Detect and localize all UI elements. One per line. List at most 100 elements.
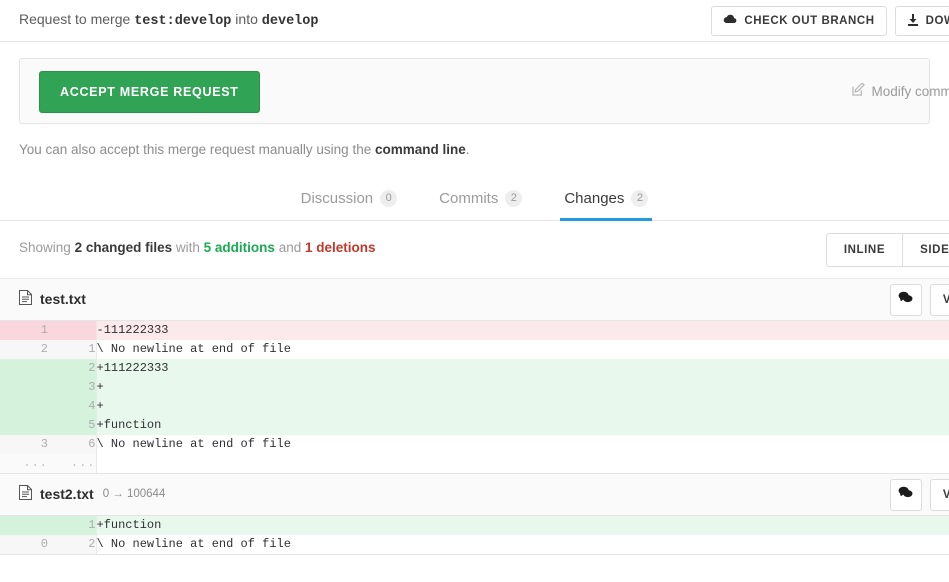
tab-commits-label: Commits: [439, 190, 499, 207]
source-branch: test:develop: [134, 14, 232, 29]
diff-line-content: -111222333: [96, 321, 949, 340]
manual-accept-text: You can also accept this merge request m…: [0, 124, 949, 157]
diff-line-content: \ No newline at end of file: [96, 340, 949, 359]
merge-request-title: Request to merge test:develop into devel…: [19, 11, 318, 29]
download-button[interactable]: DOWNLOAD: [894, 6, 949, 36]
inline-view-button[interactable]: INLINE: [825, 233, 904, 267]
diff-summary-text: Showing 2 changed files with 5 additions…: [19, 240, 376, 255]
merge-request-tabs: Discussion 0 Commits 2 Changes 2: [0, 177, 949, 221]
old-line-number[interactable]: [0, 378, 48, 397]
modify-commit-message-label: Modify commit message: [871, 83, 949, 99]
manual-accept-prefix: You can also accept this merge request m…: [19, 142, 375, 157]
file-actions: VIEW FILE @3C: [889, 284, 949, 316]
file-name-label: test2.txt: [40, 486, 94, 502]
comment-icon-button[interactable]: [889, 284, 922, 316]
check-out-branch-button[interactable]: CHECK OUT BRANCH: [711, 6, 887, 36]
diff-row: 1 +function: [0, 516, 949, 535]
diff-row: 1 -111222333: [0, 321, 949, 340]
merge-request-page: Request to merge test:develop into devel…: [0, 0, 949, 582]
file-title: test2.txt 0 → 100644: [19, 485, 165, 503]
edit-icon: [852, 82, 866, 99]
summary-changed-files: 2 changed files: [74, 240, 173, 255]
new-line-number[interactable]: 3: [48, 378, 97, 397]
expand-new-marker[interactable]: ...: [48, 454, 97, 473]
accept-merge-request-button[interactable]: ACCEPT MERGE REQUEST: [39, 71, 260, 113]
tab-changes-label: Changes: [564, 190, 625, 207]
side-by-side-view-button[interactable]: SIDE-BY-SIDE: [903, 233, 949, 267]
diff-view-toggle: INLINE SIDE-BY-SIDE: [825, 233, 949, 267]
command-line-link[interactable]: command line: [375, 142, 466, 157]
merge-widget: ACCEPT MERGE REQUEST Modify commit messa…: [19, 58, 949, 124]
diff-row: 3 6 \ No newline at end of file: [0, 435, 949, 454]
comments-icon: [898, 291, 913, 309]
view-file-button[interactable]: VIEW FILE @3C: [929, 479, 949, 511]
tab-changes[interactable]: Changes 2: [560, 190, 653, 221]
file-name-label: test.txt: [40, 291, 86, 307]
tab-discussion-count: 0: [380, 190, 398, 207]
diff-row: 3 +: [0, 378, 949, 397]
diff-row: 5 +function: [0, 416, 949, 435]
cloud-icon: [723, 14, 737, 28]
new-line-number[interactable]: 1: [48, 340, 97, 359]
file-mode-label: 0 → 100644: [102, 488, 166, 500]
new-line-number[interactable]: 5: [48, 416, 97, 435]
file-icon: [19, 290, 32, 308]
download-icon: [907, 13, 919, 29]
old-line-number[interactable]: 2: [0, 340, 48, 359]
diff-table: 1 -111222333 2 1 \ No newline at end of …: [0, 321, 949, 473]
old-line-number[interactable]: [0, 397, 48, 416]
diff-expand-row[interactable]: ... ...: [0, 454, 949, 473]
file-actions: VIEW FILE @3C: [889, 479, 949, 511]
summary-additions: 5 additions: [203, 240, 275, 255]
file-title: test.txt: [19, 290, 95, 308]
target-branch: develop: [261, 14, 319, 29]
old-line-number[interactable]: 1: [0, 321, 48, 340]
diff-row: 0 2 \ No newline at end of file: [0, 535, 949, 554]
comments-icon: [898, 486, 913, 504]
old-line-number[interactable]: 0: [0, 535, 48, 554]
download-label: DOWNLOAD: [925, 15, 949, 27]
tab-commits-count: 2: [505, 190, 523, 207]
diff-line-content: +function: [96, 416, 949, 435]
diff-line-content: +function: [96, 516, 949, 535]
old-line-number[interactable]: [0, 359, 48, 378]
tab-changes-count: 2: [631, 190, 649, 207]
new-line-number[interactable]: 2: [48, 535, 97, 554]
view-file-button[interactable]: VIEW FILE @3C: [929, 284, 949, 316]
comment-icon-button[interactable]: [889, 479, 922, 511]
file-header: test.txt VIEW FILE @3C: [0, 279, 949, 321]
old-line-number[interactable]: [0, 416, 48, 435]
new-line-number[interactable]: 2: [48, 359, 97, 378]
diff-table: 1 +function 0 2 \ No newline at end of f…: [0, 516, 949, 554]
summary-with: with: [175, 240, 200, 255]
diff-line-content: +: [96, 397, 949, 416]
diff-row: 2 1 \ No newline at end of file: [0, 340, 949, 359]
diff-line-content: \ No newline at end of file: [96, 435, 949, 454]
tab-commits[interactable]: Commits 2: [435, 190, 526, 221]
diff-summary-bar: Showing 2 changed files with 5 additions…: [0, 221, 949, 279]
summary-prefix: Showing: [19, 240, 71, 255]
old-line-number[interactable]: 3: [0, 435, 48, 454]
file-header: test2.txt 0 → 100644 VIEW FILE @3C: [0, 474, 949, 516]
summary-and: and: [278, 240, 302, 255]
file-icon: [19, 485, 32, 503]
new-line-number[interactable]: [48, 321, 97, 340]
manual-accept-suffix: .: [465, 142, 470, 157]
check-out-branch-label: CHECK OUT BRANCH: [744, 15, 875, 27]
merge-widget-container: ACCEPT MERGE REQUEST Modify commit messa…: [0, 42, 949, 124]
file-diff-block: test.txt VIEW FILE @3C 1 -111222333: [0, 279, 949, 474]
tab-discussion-label: Discussion: [300, 190, 374, 207]
header-actions: CHECK OUT BRANCH DOWNLOAD: [711, 6, 949, 36]
new-line-number[interactable]: 1: [48, 516, 97, 535]
tab-discussion[interactable]: Discussion 0: [297, 190, 402, 221]
old-line-number[interactable]: [0, 516, 48, 535]
file-diff-block: test2.txt 0 → 100644 VIEW FILE @3C 1 +fu…: [0, 474, 949, 555]
expand-content: [96, 454, 949, 473]
modify-commit-message-link[interactable]: Modify commit message: [852, 82, 949, 99]
new-line-number[interactable]: 6: [48, 435, 97, 454]
diff-row: 4 +: [0, 397, 949, 416]
expand-old-marker[interactable]: ...: [0, 454, 48, 473]
merge-title-into: into: [235, 11, 258, 27]
new-line-number[interactable]: 4: [48, 397, 97, 416]
merge-request-header: Request to merge test:develop into devel…: [0, 0, 949, 42]
